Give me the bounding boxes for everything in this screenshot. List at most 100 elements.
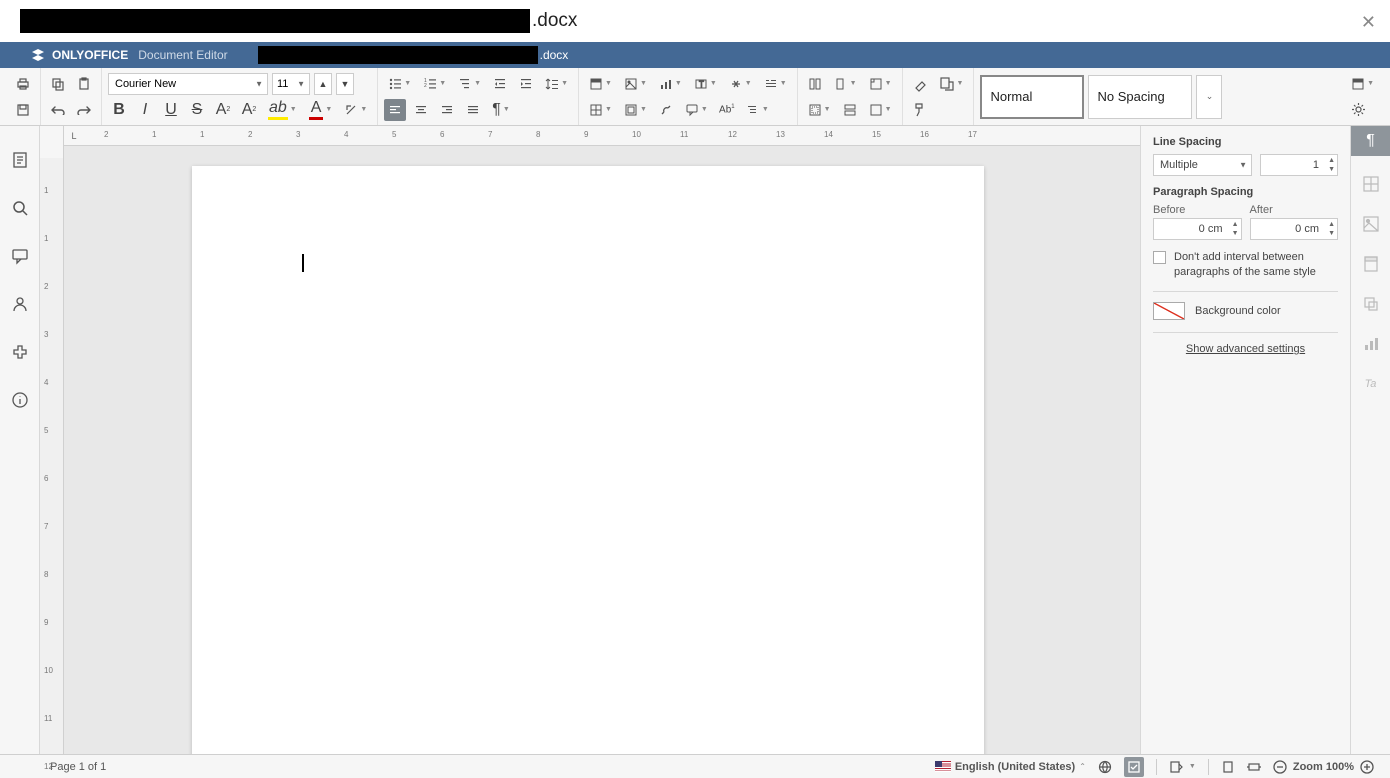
format-painter-icon[interactable] [909, 99, 931, 121]
subscript-button[interactable]: A2 [238, 99, 260, 121]
search-icon[interactable] [8, 196, 32, 220]
file-menu-icon[interactable] [8, 148, 32, 172]
font-dec-button[interactable]: ▼ [336, 73, 354, 95]
spellcheck-lang-icon[interactable] [1098, 760, 1112, 774]
zoom-in-button[interactable] [1360, 760, 1374, 774]
style-no-spacing[interactable]: No Spacing [1088, 75, 1192, 119]
mailmerge-button[interactable]: ▼ [935, 73, 968, 95]
align-center-button[interactable] [410, 99, 432, 121]
spacing-before-input[interactable]: 0 cm▲▼ [1153, 218, 1242, 240]
page-break-button[interactable] [839, 99, 861, 121]
line-spacing-mode-select[interactable]: Multiple▼ [1153, 154, 1252, 176]
page[interactable] [192, 166, 984, 754]
close-icon[interactable]: ✕ [1361, 12, 1376, 33]
page-color-button[interactable]: ▼ [865, 99, 896, 121]
bold-button[interactable]: B [108, 99, 130, 121]
bullets-button[interactable]: ▼ [384, 73, 415, 95]
page-margins-button[interactable]: ▼ [804, 99, 835, 121]
image-tab-icon[interactable] [1359, 212, 1383, 236]
textart-tab-icon[interactable]: Ta [1359, 372, 1383, 396]
eraser-icon[interactable] [909, 73, 931, 95]
columns-button[interactable] [804, 73, 826, 95]
zoom-label[interactable]: Zoom 100% [1293, 761, 1354, 773]
highlight-color-button[interactable]: ab▼ [264, 99, 301, 121]
spacing-after-input[interactable]: 0 cm▲▼ [1250, 218, 1339, 240]
track-changes-icon[interactable]: ▼ [1169, 760, 1196, 774]
copy-icon[interactable] [47, 73, 69, 95]
fit-width-icon[interactable] [1247, 760, 1261, 774]
paragraph-tab-icon[interactable]: ¶ [1351, 126, 1390, 156]
underline-button[interactable]: U [160, 99, 182, 121]
document-canvas[interactable]: L 211234567891011121314151617 [64, 126, 1140, 754]
advanced-settings-link[interactable]: Show advanced settings [1153, 343, 1338, 355]
page-size-button[interactable]: ▼ [865, 73, 896, 95]
zoom-out-button[interactable] [1273, 760, 1287, 774]
font-color-button[interactable]: A▼ [305, 99, 337, 121]
insert-shape-button[interactable]: ▼ [620, 99, 651, 121]
comments-icon[interactable] [8, 244, 32, 268]
spellcheck-toggle[interactable] [1124, 757, 1144, 777]
redo-icon[interactable] [73, 99, 95, 121]
insert-header-button[interactable]: ▼ [585, 73, 616, 95]
insert-image-button[interactable]: ▼ [620, 73, 651, 95]
vertical-ruler[interactable]: 1123456789101112 [40, 126, 64, 754]
numbering-button[interactable]: 12▼ [419, 73, 450, 95]
ruler-number: 6 [44, 474, 48, 483]
undo-icon[interactable] [47, 99, 69, 121]
save-icon[interactable] [12, 99, 34, 121]
style-gallery-more[interactable]: ⌄ [1196, 75, 1222, 119]
bgcolor-swatch[interactable] [1153, 302, 1185, 320]
insert-footnote-button[interactable]: Ab1 [716, 99, 738, 121]
insert-link-button[interactable] [655, 99, 677, 121]
header-tab-icon[interactable] [1359, 252, 1383, 276]
clear-style-button[interactable]: ▼ [340, 99, 371, 121]
table-tab-icon[interactable] [1359, 172, 1383, 196]
fit-page-icon[interactable] [1221, 760, 1235, 774]
line-spacing-button[interactable]: ▼ [541, 73, 572, 95]
horizontal-ruler[interactable]: L 211234567891011121314151617 [64, 126, 1140, 146]
language-selector[interactable]: English (United States) ⌃ [935, 761, 1086, 773]
plugins-icon[interactable] [8, 340, 32, 364]
insert-textbox-button[interactable]: T▼ [690, 73, 721, 95]
settings-gear-icon[interactable] [1347, 99, 1369, 121]
print-icon[interactable] [12, 73, 34, 95]
font-size-select[interactable]: 11▼ [272, 73, 310, 95]
indent-inc-button[interactable] [515, 73, 537, 95]
strike-button[interactable]: S [186, 99, 208, 121]
align-justify-button[interactable] [462, 99, 484, 121]
italic-button[interactable]: I [134, 99, 156, 121]
ruler-number: 10 [44, 666, 53, 675]
insert-comment-button[interactable]: ▼ [681, 99, 712, 121]
collaboration-icon[interactable] [8, 292, 32, 316]
line-spacing-value-input[interactable]: 1▲▼ [1260, 154, 1338, 176]
chart-tab-icon[interactable] [1359, 332, 1383, 356]
about-icon[interactable] [8, 388, 32, 412]
insert-chart-button[interactable]: ▼ [655, 73, 686, 95]
indent-dec-button[interactable] [489, 73, 511, 95]
separator [1153, 291, 1338, 292]
spinner-icon[interactable]: ▲▼ [1328, 156, 1335, 174]
filename-extension: .docx [540, 48, 569, 62]
font-name-select[interactable]: Courier New▼ [108, 73, 268, 95]
align-right-button[interactable] [436, 99, 458, 121]
nonprinting-button[interactable]: ¶▼ [488, 99, 514, 121]
bgcolor-label: Background color [1195, 305, 1281, 317]
superscript-button[interactable]: A2 [212, 99, 234, 121]
multilevel-button[interactable]: ▼ [454, 73, 485, 95]
style-normal[interactable]: Normal [980, 75, 1084, 119]
page-info[interactable]: Page 1 of 1 [50, 761, 106, 773]
page-orient-button[interactable]: ▼ [830, 73, 861, 95]
insert-contents-button[interactable]: ▼ [742, 99, 773, 121]
paste-icon[interactable] [73, 73, 95, 95]
shape-tab-icon[interactable] [1359, 292, 1383, 316]
spinner-icon[interactable]: ▲▼ [1328, 220, 1335, 238]
dont-add-interval-checkbox[interactable]: Don't add interval between paragraphs of… [1153, 250, 1338, 281]
insert-equation-button[interactable]: ▼ [725, 73, 756, 95]
insert-dropcap-button[interactable]: ▼ [760, 73, 791, 95]
font-size-value: 11 [277, 78, 288, 90]
font-inc-button[interactable]: ▲ [314, 73, 332, 95]
spinner-icon[interactable]: ▲▼ [1232, 220, 1239, 238]
insert-table-button[interactable]: ▼ [585, 99, 616, 121]
view-settings-button[interactable]: ▼ [1347, 73, 1378, 95]
align-left-button[interactable] [384, 99, 406, 121]
